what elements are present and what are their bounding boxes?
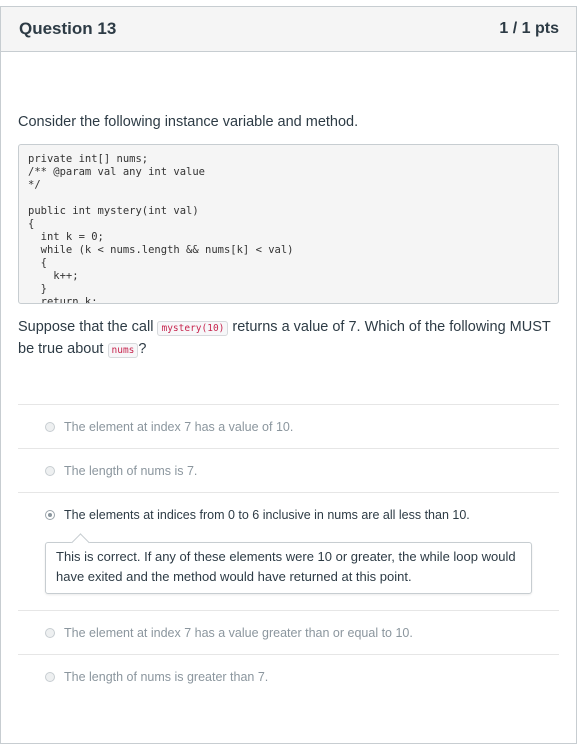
answer-option[interactable]: The length of nums is greater than 7. xyxy=(18,655,559,698)
inline-code-call: mystery(10) xyxy=(157,321,229,336)
answer-feedback: This is correct. If any of these element… xyxy=(45,542,532,594)
code-block: private int[] nums; /** @param val any i… xyxy=(18,144,559,304)
answer-option[interactable]: The element at index 7 has a value of 10… xyxy=(18,405,559,449)
answer-option[interactable]: The length of nums is 7. xyxy=(18,449,559,493)
question-title: Question 13 xyxy=(19,19,117,38)
radio-icon[interactable] xyxy=(45,671,55,682)
answer-label: The length of nums is greater than 7. xyxy=(64,669,269,684)
answer-feedback-container: This is correct. If any of these element… xyxy=(18,536,559,611)
question-body: Consider the following instance variable… xyxy=(1,114,576,698)
answer-label: The element at index 7 has a value great… xyxy=(64,625,413,640)
prompt-text: ? xyxy=(138,341,147,357)
answer-list: The element at index 7 has a value of 10… xyxy=(18,404,559,698)
answer-label: The elements at indices from 0 to 6 incl… xyxy=(64,507,470,522)
question-intro: Consider the following instance variable… xyxy=(18,114,359,130)
answer-option-selected[interactable]: The elements at indices from 0 to 6 incl… xyxy=(18,493,559,536)
answer-label: The element at index 7 has a value of 10… xyxy=(64,419,294,434)
radio-icon[interactable] xyxy=(45,627,55,638)
prompt-text: Suppose that the call xyxy=(18,319,158,335)
question-points: 1 / 1 pts xyxy=(499,20,559,37)
radio-icon[interactable] xyxy=(45,465,55,476)
radio-checked-icon[interactable] xyxy=(45,509,55,520)
inline-code-nums: nums xyxy=(107,343,139,358)
question-prompt: Suppose that the call mystery(10) return… xyxy=(18,317,559,361)
answer-label: The length of nums is 7. xyxy=(64,463,198,478)
question-card: Question 13 1 / 1 pts Consider the follo… xyxy=(0,6,577,744)
radio-icon[interactable] xyxy=(45,421,55,432)
answer-option[interactable]: The element at index 7 has a value great… xyxy=(18,611,559,655)
question-header: Question 13 1 / 1 pts xyxy=(1,7,576,52)
